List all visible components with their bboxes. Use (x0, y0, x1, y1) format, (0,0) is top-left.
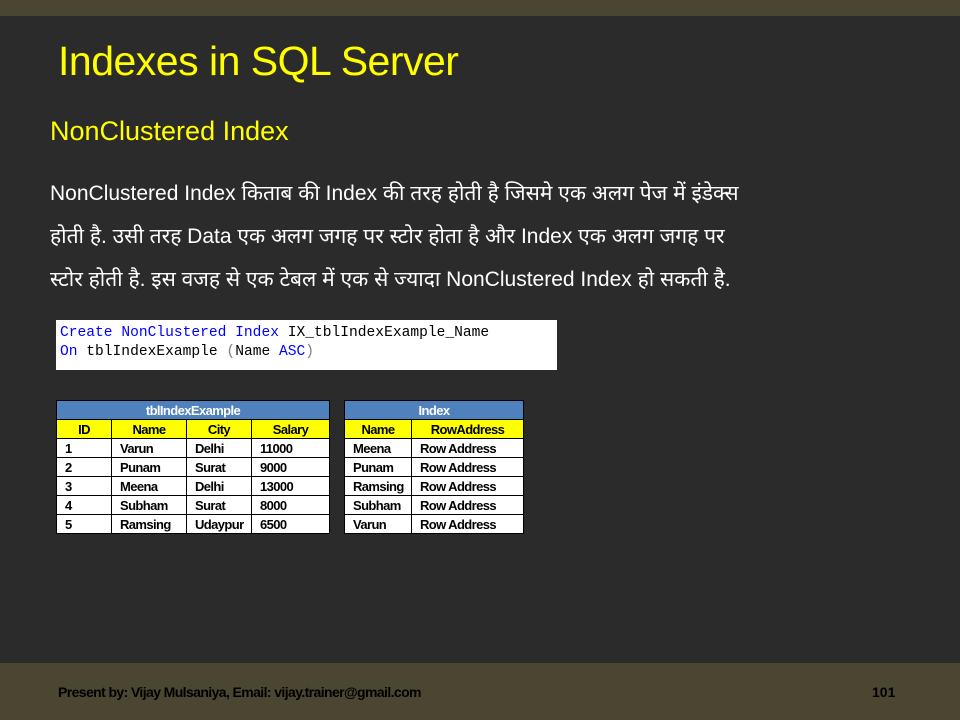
code-paren: ) (305, 344, 315, 360)
body-line-1: NonClustered Index किताब की Index की तरह… (50, 182, 739, 205)
table-cell: Punam (111, 457, 187, 477)
table-caption: Index (344, 400, 524, 420)
table-cell: 11000 (251, 438, 330, 458)
code-keyword: NonClustered (121, 325, 227, 341)
table-cell: Udaypur (186, 514, 252, 534)
table-cell: Row Address (411, 457, 524, 477)
code-keyword: Create (60, 325, 113, 341)
column-header: City (186, 419, 252, 439)
column-header: ID (56, 419, 112, 439)
code-paren: ( (226, 344, 236, 360)
table-row: 5 Ramsing Udaypur 6500 (56, 514, 330, 534)
table-row: Meena Row Address (344, 438, 524, 458)
table-cell: 13000 (251, 476, 330, 496)
table-row: Varun Row Address (344, 514, 524, 534)
table-cell: 8000 (251, 495, 330, 515)
slide-title: Indexes in SQL Server (58, 38, 459, 84)
table-cell: Row Address (411, 514, 524, 534)
body-text: NonClustered Index किताब की Index की तरह… (50, 172, 910, 301)
table-cell: Row Address (411, 438, 524, 458)
code-keyword: ASC (278, 344, 306, 360)
code-column: Name (235, 344, 271, 360)
table-caption: tblIndexExample (56, 400, 330, 420)
table-cell: 4 (56, 495, 112, 515)
table-cell: Ramsing (344, 476, 412, 496)
body-line-3: स्टोर होती है. इस वजह से एक टेबल में एक … (50, 268, 731, 291)
code-line-1: Create NonClustered Index IX_tblIndexExa… (60, 324, 557, 343)
column-header: Name (344, 419, 412, 439)
table-row: 3 Meena Delhi 13000 (56, 476, 330, 496)
sql-code-box: Create NonClustered Index IX_tblIndexExa… (56, 320, 557, 370)
column-header: Name (111, 419, 187, 439)
column-header: RowAddress (411, 419, 524, 439)
table-cell: 3 (56, 476, 112, 496)
table-cell: Varun (111, 438, 187, 458)
table-cell: Ramsing (111, 514, 187, 534)
index-table: Index Name RowAddress Meena Row Address … (344, 400, 524, 534)
table-cell: Delhi (186, 438, 252, 458)
table-row: Ramsing Row Address (344, 476, 524, 496)
code-index-name: IX_tblIndexExample_Name (287, 325, 490, 341)
table-cell: Delhi (186, 476, 252, 496)
table-cell: 6500 (251, 514, 330, 534)
table-row: Subham Row Address (344, 495, 524, 515)
table-cell: Row Address (411, 495, 524, 515)
top-bar (0, 0, 960, 16)
table-cell: Meena (111, 476, 187, 496)
code-line-2: On tblIndexExample (Name ASC) (60, 343, 557, 362)
table-row: 4 Subham Surat 8000 (56, 495, 330, 515)
table-cell: 9000 (251, 457, 330, 477)
table-cell: Punam (344, 457, 412, 477)
page-number: 101 (872, 684, 896, 700)
table-cell: Subham (111, 495, 187, 515)
table-cell: 1 (56, 438, 112, 458)
code-table-name: tblIndexExample (86, 344, 218, 360)
table-row: 1 Varun Delhi 11000 (56, 438, 330, 458)
table-cell: Meena (344, 438, 412, 458)
table-cell: 5 (56, 514, 112, 534)
code-keyword: Index (235, 325, 279, 341)
body-line-2: होती है. उसी तरह Data एक अलग जगह पर स्टो… (50, 225, 725, 248)
table-cell: Varun (344, 514, 412, 534)
table-cell: Surat (186, 457, 252, 477)
table-cell: 2 (56, 457, 112, 477)
slide-subtitle: NonClustered Index (50, 116, 289, 146)
code-keyword: On (60, 344, 78, 360)
table-row: 2 Punam Surat 9000 (56, 457, 330, 477)
table-cell: Row Address (411, 476, 524, 496)
table-cell: Surat (186, 495, 252, 515)
column-header: Salary (251, 419, 330, 439)
footer-presenter: Present by: Vijay Mulsaniya, Email: vija… (58, 684, 421, 700)
table-row: Punam Row Address (344, 457, 524, 477)
tbl-index-example-table: tblIndexExample ID Name City Salary 1 Va… (56, 400, 330, 534)
table-cell: Subham (344, 495, 412, 515)
